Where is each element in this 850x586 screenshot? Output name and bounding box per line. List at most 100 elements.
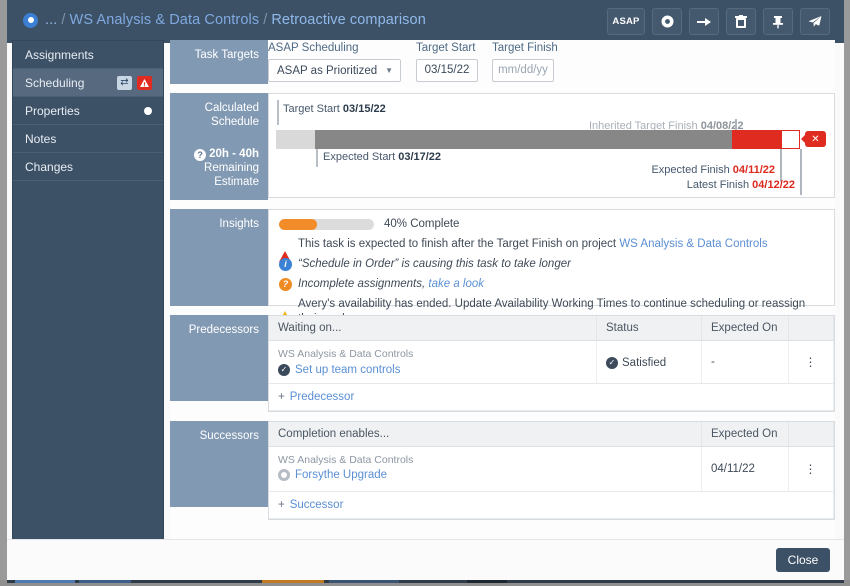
pin-button[interactable] [763,8,793,35]
sidebar-item-scheduling[interactable]: Scheduling ⇄ [13,69,163,97]
progress-row: 40% Complete [279,218,824,230]
window-header: ... / WS Analysis & Data Controls / Retr… [7,0,844,43]
section-task-targets: Task Targets ASAP Scheduling ASAP as Pri… [170,40,835,84]
asap-scheduling-select[interactable]: ASAP as Prioritized ▼ [268,59,401,82]
help-circle-icon[interactable]: ? [194,149,206,161]
section-label-calculated-schedule: Calculated Schedule ?20h - 40h Remaining… [170,93,268,200]
add-predecessor-button[interactable]: +Predecessor [278,391,354,403]
column-expected-on: Expected On [702,316,789,341]
warning-triangle-amber-icon [279,298,292,311]
add-predecessor-label: Predecessor [290,391,355,403]
target-finish-field: Target Finish mm/dd/yy [492,42,568,82]
column-waiting-on: Waiting on... [269,316,597,341]
circle-dot-icon [661,15,674,28]
info-circle-blue-icon: i [279,258,292,271]
question-circle-orange-icon: ? [279,278,292,291]
sidebar-item-label: Assignments [25,48,94,62]
sidebar-item-changes[interactable]: Changes [13,153,163,181]
sidebar-item-label: Scheduling [25,76,84,90]
successor-expected-on: 04/11/22 [702,447,789,492]
column-actions [789,422,834,447]
close-button[interactable]: Close [776,548,830,572]
calc-label-line2: Schedule [176,115,259,129]
breadcrumb-project-link[interactable]: WS Analysis & Data Controls [70,12,260,28]
window-chrome-right [844,0,850,586]
section-insights: Insights 40% Complete This task is expec… [170,209,835,306]
details-content: Task Targets ASAP Scheduling ASAP as Pri… [170,40,835,545]
add-row: +Successor [269,492,834,519]
target-start-field: Target Start 03/15/22 [416,42,492,82]
arrow-right-icon [697,16,711,28]
table-row[interactable]: WS Analysis & Data Controls Forsythe Upg… [269,447,834,492]
add-successor-button[interactable]: +Successor [278,499,343,511]
insight-link[interactable]: WS Analysis & Data Controls [619,238,767,250]
add-successor-label: Successor [290,499,344,511]
details-sidebar: Assignments Scheduling ⇄ Properties Note… [12,40,164,545]
gantt-chart: Target Start 03/15/22 Inherited Target F… [268,93,835,198]
calc-label-line1: Calculated [176,101,259,115]
sidebar-item-label: Changes [25,160,73,174]
predecessor-expected-on: - [702,341,789,384]
predecessors-table: Waiting on... Status Expected On WS Anal… [269,316,834,411]
status-badge: ✓ Satisfied [606,357,666,369]
predecessor-task-link[interactable]: ✓ Set up team controls [278,364,400,376]
move-right-button[interactable] [689,8,719,35]
progress-label: 40% Complete [384,218,459,230]
expected-finish-tick [780,149,782,182]
insight-row: i “Schedule in Order” is causing this ta… [279,257,824,272]
add-successor-cell: +Successor [269,492,834,519]
sidebar-item-properties[interactable]: Properties [13,97,163,125]
send-button[interactable] [800,8,830,35]
sidebar-item-assignments[interactable]: Assignments [13,41,163,69]
target-start-label: Target Start [416,42,492,54]
task-targets-fields: ASAP Scheduling ASAP as Prioritized ▼ Ta… [268,40,835,82]
section-successors: Successors Completion enables... Expecte… [170,421,835,520]
record-button[interactable] [652,8,682,35]
successor-project: WS Analysis & Data Controls [278,454,692,466]
target-start-marker: Target Start 03/15/22 [283,103,386,115]
table-header-row: Completion enables... Expected On [269,422,834,447]
table-header-row: Waiting on... Status Expected On [269,316,834,341]
successors-panel: Completion enables... Expected On WS Ana… [268,421,835,520]
status-label: Satisfied [622,357,666,369]
breadcrumb-ellipsis[interactable]: ... [45,12,57,28]
predecessor-cell: WS Analysis & Data Controls ✓ Set up tea… [269,341,597,384]
successor-task-link[interactable]: Forsythe Upgrade [278,469,387,481]
insight-link[interactable]: take a look [428,278,484,290]
column-status: Status [597,316,702,341]
insight-text: This task is expected to finish after th… [298,237,768,252]
row-menu-icon[interactable]: ⋮ [789,447,834,492]
insight-text: “Schedule in Order” is causing this task… [298,257,571,272]
window-chrome-left [0,0,7,586]
section-label-predecessors: Predecessors [170,315,268,401]
section-label-task-targets: Task Targets [170,40,268,84]
section-label-successors: Successors [170,421,268,507]
estimate-value: 20h - 40h [209,148,259,160]
asap-button[interactable]: ASAP [607,8,645,35]
expected-start-marker: Expected Start 03/17/22 [323,151,441,163]
swap-arrows-icon: ⇄ [117,76,132,90]
expected-finish-marker: Expected Finish 04/11/22 [629,164,775,176]
paper-plane-icon [808,15,822,28]
predecessor-task-label: Set up team controls [295,364,400,376]
predecessors-panel: Waiting on... Status Expected On WS Anal… [268,315,835,412]
pin-icon [772,15,784,29]
target-finish-input[interactable]: mm/dd/yy [492,59,554,82]
breadcrumb-separator: / [263,12,267,28]
table-row[interactable]: WS Analysis & Data Controls ✓ Set up tea… [269,341,834,384]
sidebar-item-notes[interactable]: Notes [13,125,163,153]
trash-icon [735,15,747,29]
column-expected-on: Expected On [702,422,789,447]
gantt-latest-finish-segment [781,130,800,149]
window-footer: Close [7,539,844,580]
estimate-sub-2: Estimate [176,175,259,189]
dot-icon [144,107,152,115]
gantt-work-segment [315,130,732,149]
gantt-miss-badge[interactable]: ✕ [805,131,826,147]
row-menu-icon[interactable]: ⋮ [789,341,834,384]
breadcrumb: ... / WS Analysis & Data Controls / Retr… [23,12,426,28]
target-start-input[interactable]: 03/15/22 [416,59,478,82]
latest-finish-tick [800,149,802,195]
delete-button[interactable] [726,8,756,35]
successor-task-label: Forsythe Upgrade [295,469,387,481]
